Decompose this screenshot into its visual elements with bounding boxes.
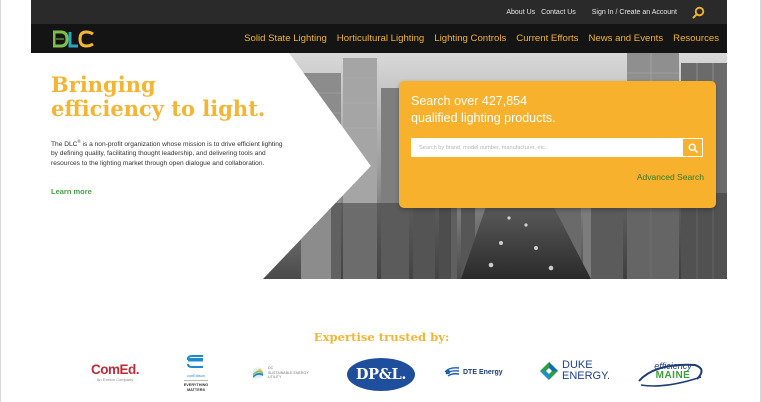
nav-current-efforts[interactable]: Current Efforts [516, 33, 578, 44]
conedison-logo[interactable]: conEdison EVERYTHING MATTERS [176, 355, 216, 393]
hero-description: The DLC® is a non-profit organization wh… [51, 137, 291, 168]
desc-prefix: The DLC [51, 141, 78, 149]
hero-heading-line2: efficiency to light. [51, 96, 266, 121]
product-search-input[interactable] [411, 138, 682, 157]
main-navbar: Solid State Lighting Horticultural Light… [31, 24, 727, 53]
dlc-logo[interactable] [52, 30, 95, 48]
dte-swirl-icon [444, 367, 460, 377]
dpl-wordmark: DP&L. [355, 366, 407, 383]
duke-energy-logo[interactable]: DUKE ENERGY. [539, 360, 619, 382]
conedison-tagline-2: MATTERS [186, 387, 206, 392]
advanced-search-link[interactable]: Advanced Search [637, 172, 704, 182]
hero-section: Bringing efficiency to light. The DLC® i… [31, 53, 727, 279]
search-heading-line2: qualified lighting products. [411, 111, 556, 125]
dte-wordmark: DTE Energy [463, 368, 503, 376]
dte-energy-logo[interactable]: DTE Energy [444, 366, 519, 378]
dc-seu-logo[interactable]: DC SUSTAINABLE ENERGY UTILITY [252, 366, 332, 380]
search-heading: Search over 427,854 qualified lighting p… [411, 93, 631, 127]
comed-tagline: An Exelon Company [96, 377, 134, 382]
dc-seu-mark-icon [252, 367, 264, 379]
product-search-card: Search over 427,854 qualified lighting p… [399, 81, 716, 208]
nav-solid-state-lighting[interactable]: Solid State Lighting [244, 33, 327, 44]
comed-logo[interactable]: ComEd. An Exelon Company [80, 362, 150, 382]
search-heading-line1: Search over 427,854 [411, 94, 528, 108]
desc-body: is a non-profit organization whose missi… [51, 141, 283, 167]
nav-lighting-controls[interactable]: Lighting Controls [434, 33, 506, 44]
conedison-divider [184, 380, 208, 381]
primary-nav: Solid State Lighting Horticultural Light… [244, 24, 719, 53]
efficiency-maine-logo[interactable]: efficiency MAINE [635, 359, 707, 389]
about-us-link[interactable]: About Us [506, 9, 535, 16]
partners-heading: Expertise trusted by: [313, 330, 450, 344]
contact-us-link[interactable]: Contact Us [541, 9, 576, 16]
search-icon[interactable] [691, 5, 705, 19]
utility-nav: About Us Contact Us Sign In / Create an … [506, 0, 705, 24]
nav-news-and-events[interactable]: News and Events [588, 33, 663, 44]
dpl-logo[interactable]: DP&L. [347, 358, 415, 391]
conedison-name: conEdison [187, 374, 205, 378]
utility-bar: About Us Contact Us Sign In / Create an … [31, 0, 727, 24]
page-frame: About Us Contact Us Sign In / Create an … [0, 0, 761, 402]
conedison-mark-icon [186, 355, 203, 368]
duke-energy-mark-icon [540, 362, 558, 380]
comed-wordmark: ComEd. [90, 362, 140, 377]
nav-horticultural-lighting[interactable]: Horticultural Lighting [337, 33, 424, 44]
search-icon [687, 142, 698, 153]
account-link[interactable]: Sign In / Create an Account [592, 9, 677, 16]
learn-more-link[interactable]: Learn more [51, 187, 92, 196]
duke-line2: ENERGY. [562, 370, 611, 382]
hero-heading-line1: Bringing [51, 72, 156, 97]
efficiency-maine-line2: MAINE [655, 370, 691, 381]
hero-heading: Bringing efficiency to light. [51, 73, 265, 121]
search-submit-button[interactable] [682, 138, 703, 157]
nav-resources[interactable]: Resources [673, 33, 719, 44]
dc-seu-line3: UTILITY [268, 375, 282, 380]
